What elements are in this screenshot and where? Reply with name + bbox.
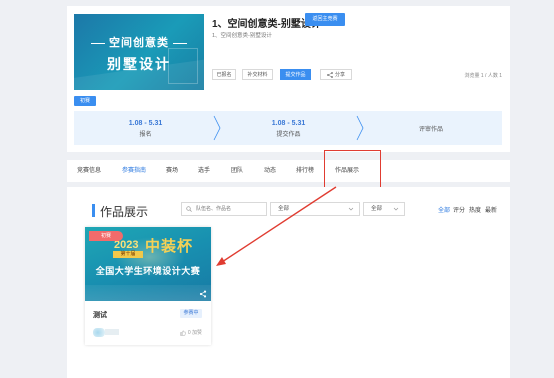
share-button[interactable]: 分享 <box>320 69 352 80</box>
tab-leaderboard[interactable]: 排行榜 <box>296 160 314 182</box>
submit-work-button[interactable]: 提交作品 <box>280 69 311 80</box>
select-value: 全部 <box>278 206 290 212</box>
chevron-down-icon <box>393 207 399 211</box>
step-date: 1.08 - 5.31 <box>128 120 163 127</box>
step-signup: 1.08 - 5.31 报名 <box>74 111 217 145</box>
banner-dash-right <box>173 42 187 44</box>
tab-guide[interactable]: 参赛指南 <box>122 160 146 182</box>
sort-score[interactable]: 评分 <box>453 205 465 214</box>
search-box <box>181 202 267 216</box>
search-input[interactable] <box>196 203 264 215</box>
tab-news[interactable]: 动态 <box>264 160 276 182</box>
tab-bar: 竞赛信息 参赛指南 赛场 选手 团队 动态 排行榜 作品展示 <box>67 160 510 182</box>
tab-venue[interactable]: 赛场 <box>166 160 178 182</box>
phase-tag: 初赛 <box>74 96 96 106</box>
banner-line1-text: 空间创意类 <box>109 37 169 49</box>
like-button[interactable]: 0 加赞 <box>180 329 202 336</box>
banner-dash-left <box>91 42 105 44</box>
share-icon[interactable] <box>199 290 207 298</box>
author-name <box>105 329 119 335</box>
signed-up-button[interactable]: 已报名 <box>212 69 236 80</box>
thumb-brand: 中装杯 <box>145 237 194 255</box>
highlight-box <box>324 150 381 188</box>
chevron-down-icon <box>348 207 354 211</box>
thumbnail-skyline <box>85 285 211 301</box>
phase-steps: 1.08 - 5.31 报名 1.08 - 5.31 提交作品 评审作品 <box>74 111 502 145</box>
section-accent-bar <box>92 204 95 217</box>
supplement-materials-button[interactable]: 补交材料 <box>242 69 273 80</box>
status-badge: 参赛中 <box>180 309 202 318</box>
step-label: 提交作品 <box>276 132 301 138</box>
select-value: 全部 <box>371 206 383 212</box>
banner-line1: 空间创意类 <box>74 34 204 50</box>
search-icon <box>186 206 192 212</box>
step-submit: 1.08 - 5.31 提交作品 <box>217 111 360 145</box>
step-label: 报名 <box>139 132 152 138</box>
return-main-contest-button[interactable]: 返回主竞赛 <box>305 13 345 26</box>
work-card[interactable]: 2023 第十届 中装杯 全国大学生环境设计大赛 初赛 测试 参赛中 0 加赞 <box>85 227 211 345</box>
tab-players[interactable]: 选手 <box>198 160 210 182</box>
sort-latest[interactable]: 最新 <box>485 205 497 214</box>
thumb-edition: 第十届 <box>113 251 143 258</box>
contest-subtitle: 1、空间创意类-别墅设计 <box>212 33 272 39</box>
contest-header-card: 空间创意类 别墅设计 1、空间创意类-别墅设计 返回主竞赛 1、空间创意类-别墅… <box>67 6 510 152</box>
sort-hot[interactable]: 热度 <box>469 205 481 214</box>
thumbs-up-icon <box>180 329 187 336</box>
banner-line2: 别墅设计 <box>107 56 171 72</box>
avatar <box>93 328 105 337</box>
stage-ribbon: 初赛 <box>89 231 123 241</box>
sort-all[interactable]: 全部 <box>438 205 450 214</box>
filter-select-1[interactable]: 全部 <box>270 202 360 216</box>
share-icon <box>327 71 333 78</box>
views-count: 浏览量 1 / 人数 1 <box>464 73 502 79</box>
filter-select-2[interactable]: 全部 <box>363 202 405 216</box>
contest-banner: 空间创意类 别墅设计 <box>74 14 204 90</box>
work-thumbnail[interactable]: 2023 第十届 中装杯 全国大学生环境设计大赛 初赛 <box>85 227 211 301</box>
step-date: 1.08 - 5.31 <box>271 120 306 127</box>
step-label: 评审作品 <box>418 127 443 133</box>
tab-teams[interactable]: 团队 <box>231 160 243 182</box>
work-name: 测试 <box>93 312 107 319</box>
works-section: 作品展示 全部 全部 全部 评分 热度 最新 2023 第十届 中装杯 全国大学… <box>67 187 510 378</box>
share-label: 分享 <box>334 72 345 78</box>
step-review: 评审作品 <box>360 111 502 145</box>
like-count: 0 加赞 <box>187 330 202 336</box>
tab-contest-info[interactable]: 竞赛信息 <box>77 160 101 182</box>
section-title: 作品展示 <box>100 205 149 219</box>
thumb-competition: 全国大学生环境设计大赛 <box>95 266 201 276</box>
